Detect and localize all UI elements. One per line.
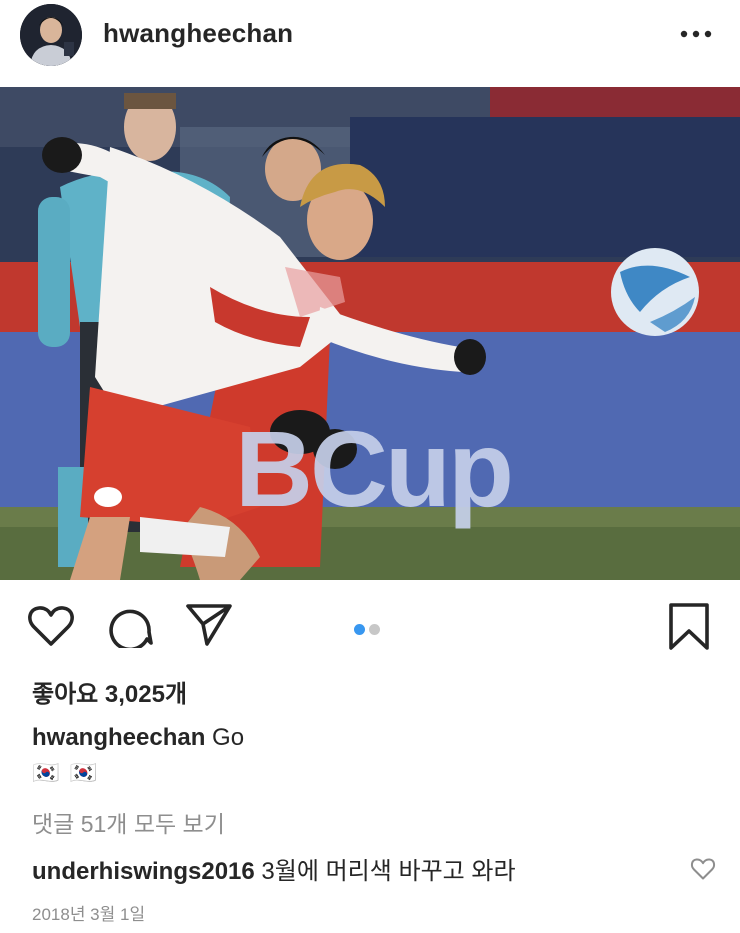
- post-header: hwangheechan: [0, 0, 740, 86]
- caption-username[interactable]: hwangheechan: [32, 724, 205, 751]
- caption: hwangheechan Go: [32, 724, 244, 752]
- carousel-dot: [369, 624, 380, 635]
- post-date: 2018년 3월 1일: [32, 905, 146, 924]
- caption-text: Go: [212, 724, 245, 751]
- comment-bubble-icon[interactable]: [107, 602, 153, 648]
- heart-icon[interactable]: [27, 604, 75, 648]
- post-photo[interactable]: BCup: [0, 87, 740, 580]
- comment-text: 3월에 머리색 바꾸고 와라: [261, 858, 516, 885]
- carousel-indicator: [354, 622, 384, 640]
- caption-flags: 🇰🇷 🇰🇷: [32, 760, 99, 785]
- banner-text: BCup: [235, 408, 514, 529]
- likes-count[interactable]: 좋아요 3,025개: [32, 674, 187, 709]
- carousel-dot-active: [354, 624, 365, 635]
- paper-plane-icon[interactable]: [185, 602, 233, 648]
- small-heart-icon[interactable]: [690, 857, 716, 881]
- more-options-icon[interactable]: [680, 27, 712, 41]
- comment-row: underhiswings2016 3월에 머리색 바꾸고 와라: [32, 851, 516, 886]
- avatar[interactable]: [20, 4, 82, 66]
- bookmark-icon[interactable]: [668, 602, 710, 652]
- username[interactable]: hwangheechan: [103, 18, 293, 49]
- view-all-comments-link[interactable]: 댓글 51개 모두 보기: [32, 805, 225, 839]
- comment-username[interactable]: underhiswings2016: [32, 858, 255, 885]
